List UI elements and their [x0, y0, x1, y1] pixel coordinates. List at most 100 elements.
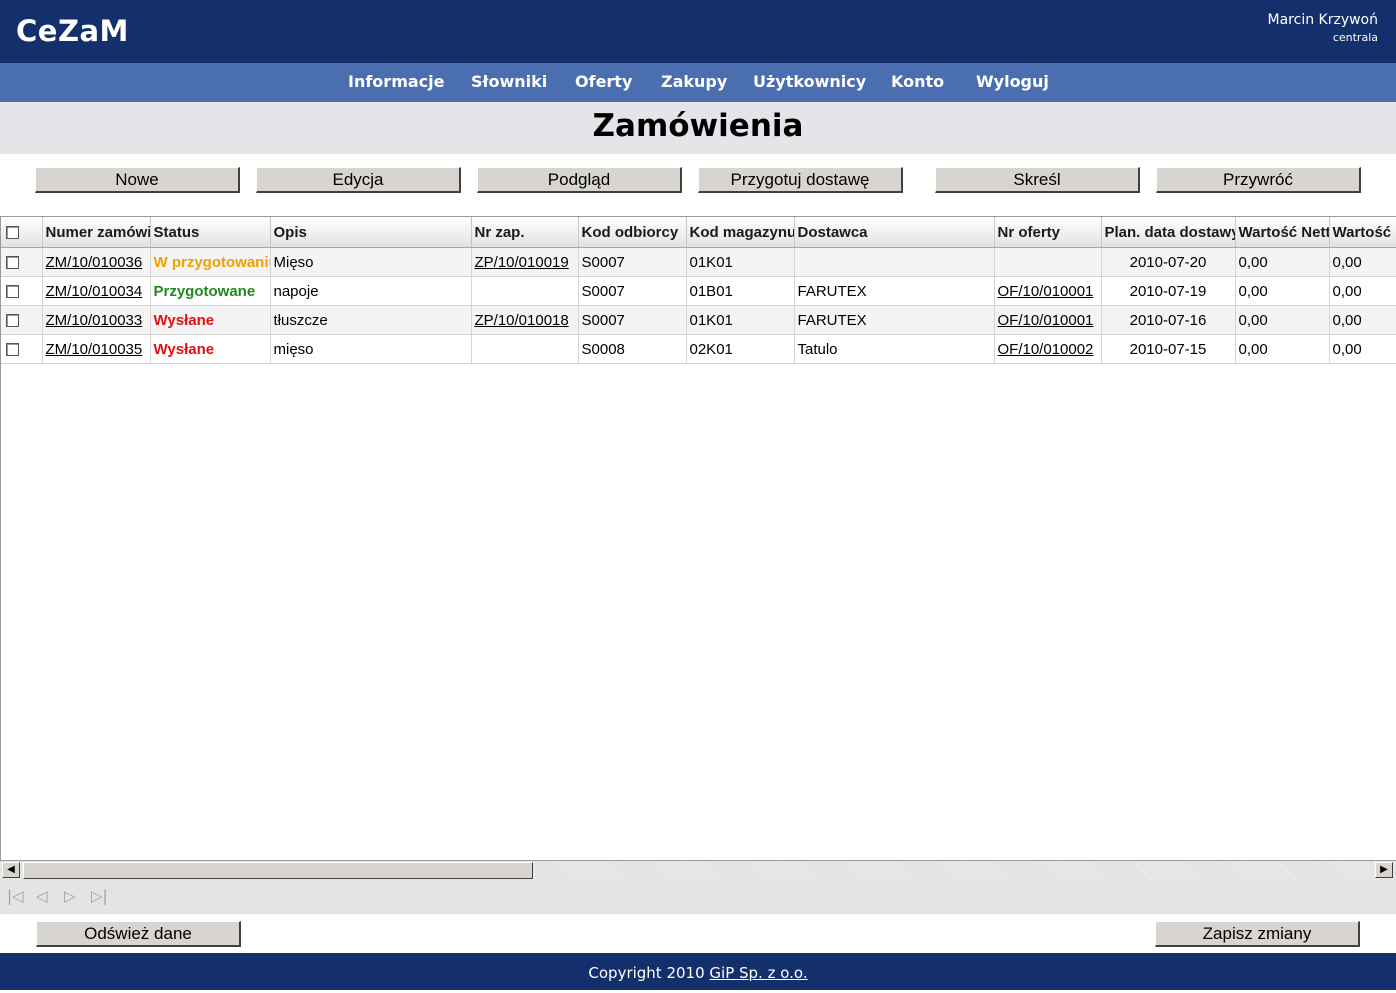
- cell-status: Wysłane: [150, 305, 271, 335]
- row-select-cell: [1, 305, 43, 335]
- save-changes-button[interactable]: Zapisz zmiany: [1155, 921, 1360, 947]
- cell-description: mięso: [270, 334, 472, 364]
- top-header: CeZaM Marcin Krzywoń centrala: [0, 0, 1396, 63]
- nav-item-zakupy[interactable]: Zakupy: [661, 72, 727, 91]
- nav-item-uzytkownicy[interactable]: Użytkownicy: [753, 72, 866, 91]
- first-page-icon[interactable]: |◁: [7, 887, 24, 905]
- offer-number-link[interactable]: OF/10/010001: [998, 283, 1094, 300]
- horizontal-scrollbar[interactable]: ◀ ▶: [0, 860, 1396, 880]
- column-header-offer-number[interactable]: Nr oferty: [994, 217, 1102, 248]
- cell-offer-number: [994, 247, 1102, 277]
- offer-number-link[interactable]: OF/10/010001: [998, 312, 1094, 329]
- delete-button[interactable]: Skreśl: [935, 167, 1140, 193]
- column-header-request-number[interactable]: Nr zap.: [471, 217, 579, 248]
- cell-supplier: [794, 247, 995, 277]
- cell-planned-delivery-date: 2010-07-20: [1101, 247, 1236, 277]
- cell-warehouse-code: 01K01: [686, 247, 795, 277]
- table-row[interactable]: ZM/10/010034 Przygotowane napoje S0007 01B01…: [1, 276, 1396, 306]
- select-all-checkbox[interactable]: [6, 226, 19, 240]
- cell-order-number: ZM/10/010036: [42, 247, 151, 277]
- nav-item-informacje[interactable]: Informacje: [348, 72, 444, 91]
- column-header-order-number[interactable]: Numer zamówienia: [42, 217, 151, 248]
- table-row[interactable]: ZM/10/010033 Wysłane tłuszcze ZP/10/010018 S…: [1, 305, 1396, 335]
- cell-status: Przygotowane: [150, 276, 271, 306]
- cell-supplier: Tatulo: [794, 334, 995, 364]
- column-header-supplier[interactable]: Dostawca: [794, 217, 995, 248]
- cell-recipient-code: S0007: [578, 305, 687, 335]
- table-row[interactable]: ZM/10/010035 Wysłane mięso S0008 02K01 Tatulo…: [1, 334, 1396, 364]
- row-checkbox[interactable]: [6, 343, 19, 357]
- prev-page-icon[interactable]: ◁: [36, 887, 48, 905]
- last-page-icon[interactable]: ▷|: [91, 887, 108, 905]
- pager-bar: |◁ ◁ ▷ ▷|: [0, 880, 1396, 914]
- cell-warehouse-code: 01K01: [686, 305, 795, 335]
- nav-item-slowniki[interactable]: Słowniki: [471, 72, 547, 91]
- user-info: Marcin Krzywoń centrala: [1268, 12, 1378, 44]
- next-page-icon[interactable]: ▷: [64, 887, 76, 905]
- cell-recipient-code: S0008: [578, 334, 687, 364]
- column-header-warehouse-code[interactable]: Kod magazynu: [686, 217, 795, 248]
- row-select-cell: [1, 247, 43, 277]
- refresh-data-button[interactable]: Odśwież dane: [36, 921, 241, 947]
- cell-recipient-code: S0007: [578, 247, 687, 277]
- column-header-status[interactable]: Status: [150, 217, 271, 248]
- title-bar: Zamówienia: [0, 102, 1396, 154]
- cell-net-value: 0,00: [1235, 305, 1330, 335]
- order-number-link[interactable]: ZM/10/010035: [46, 341, 143, 358]
- user-location: centrala: [1332, 31, 1378, 44]
- row-checkbox[interactable]: [6, 314, 19, 328]
- column-header-description[interactable]: Opis: [270, 217, 472, 248]
- new-button[interactable]: Nowe: [35, 167, 240, 193]
- offer-number-link[interactable]: OF/10/010002: [998, 341, 1094, 358]
- cell-net-value: 0,00: [1235, 334, 1330, 364]
- row-checkbox[interactable]: [6, 256, 19, 270]
- column-header-value[interactable]: Wartość: [1329, 217, 1396, 248]
- cell-planned-delivery-date: 2010-07-16: [1101, 305, 1236, 335]
- nav-item-oferty[interactable]: Oferty: [575, 72, 632, 91]
- request-number-link[interactable]: ZP/10/010019: [475, 254, 569, 271]
- edit-button[interactable]: Edycja: [256, 167, 461, 193]
- row-checkbox[interactable]: [6, 285, 19, 299]
- cell-offer-number: OF/10/010002: [994, 334, 1102, 364]
- cell-order-number: ZM/10/010033: [42, 305, 151, 335]
- main-nav: Informacje Słowniki Oferty Zakupy Użytko…: [0, 63, 1396, 102]
- company-link[interactable]: GiP Sp. z o.o.: [709, 964, 807, 982]
- cell-supplier: FARUTEX: [794, 276, 995, 306]
- restore-button[interactable]: Przywróć: [1156, 167, 1361, 193]
- cell-net-value: 0,00: [1235, 247, 1330, 277]
- preview-button[interactable]: Podgląd: [477, 167, 682, 193]
- cell-value: 0,00: [1329, 247, 1396, 277]
- scroll-left-icon[interactable]: ◀: [2, 862, 20, 878]
- column-header-recipient-code[interactable]: Kod odbiorcy: [578, 217, 687, 248]
- nav-item-konto[interactable]: Konto: [891, 72, 944, 91]
- orders-table: Numer zamówienia Status Opis Nr zap. Kod…: [1, 217, 1396, 364]
- cell-order-number: ZM/10/010035: [42, 334, 151, 364]
- cell-status: W przygotowaniu: [150, 247, 271, 277]
- order-number-link[interactable]: ZM/10/010036: [46, 254, 143, 271]
- cell-request-number: ZP/10/010019: [471, 247, 579, 277]
- footer: Copyright 2010 GiP Sp. z o.o.: [0, 953, 1396, 990]
- cell-value: 0,00: [1329, 305, 1396, 335]
- request-number-link[interactable]: ZP/10/010018: [475, 312, 569, 329]
- app-logo: CeZaM: [16, 14, 129, 48]
- order-number-link[interactable]: ZM/10/010033: [46, 312, 143, 329]
- prepare-delivery-button[interactable]: Przygotuj dostawę: [698, 167, 903, 193]
- cell-value: 0,00: [1329, 276, 1396, 306]
- scroll-right-icon[interactable]: ▶: [1375, 862, 1393, 878]
- cell-request-number: [471, 276, 579, 306]
- cell-recipient-code: S0007: [578, 276, 687, 306]
- cell-status: Wysłane: [150, 334, 271, 364]
- cell-planned-delivery-date: 2010-07-19: [1101, 276, 1236, 306]
- select-all-header: [1, 217, 43, 248]
- cell-warehouse-code: 02K01: [686, 334, 795, 364]
- column-header-net-value[interactable]: Wartość Netto: [1235, 217, 1330, 248]
- cell-request-number: ZP/10/010018: [471, 305, 579, 335]
- scrollbar-thumb[interactable]: [23, 862, 533, 879]
- column-header-planned-delivery-date[interactable]: Plan. data dostawy: [1101, 217, 1236, 248]
- table-row[interactable]: ZM/10/010036 W przygotowaniu Mięso ZP/10/01…: [1, 247, 1396, 277]
- copyright-text: Copyright 2010: [588, 964, 710, 982]
- nav-item-wyloguj[interactable]: Wyloguj: [976, 72, 1049, 91]
- cell-supplier: FARUTEX: [794, 305, 995, 335]
- cell-planned-delivery-date: 2010-07-15: [1101, 334, 1236, 364]
- order-number-link[interactable]: ZM/10/010034: [46, 283, 143, 300]
